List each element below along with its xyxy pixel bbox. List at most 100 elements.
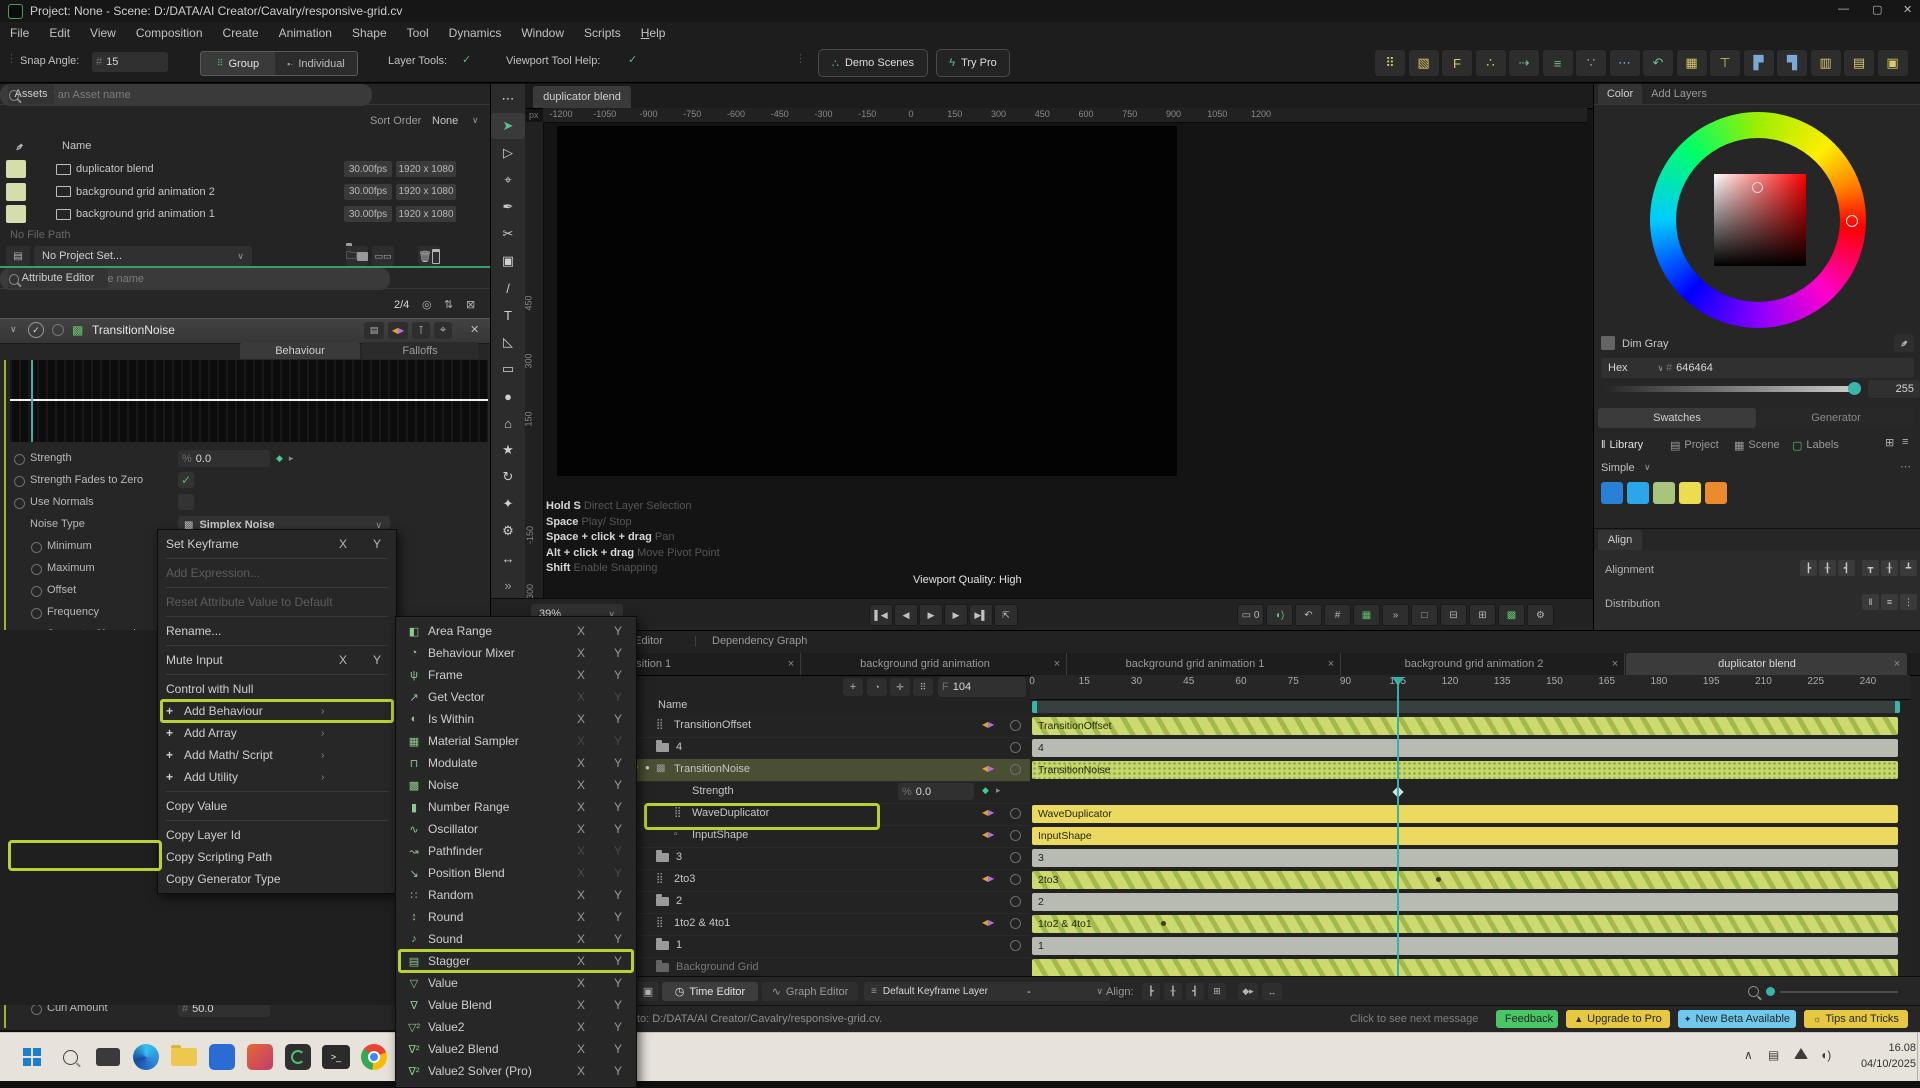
- toolbar-icon[interactable]: ∴: [1475, 49, 1507, 77]
- falloff-graph[interactable]: [10, 360, 488, 442]
- context-menu-item[interactable]: [166, 674, 388, 675]
- socket-icon[interactable]: [14, 498, 25, 509]
- toolbar-icon[interactable]: ▦: [1676, 49, 1708, 77]
- graph-playhead[interactable]: [31, 360, 33, 442]
- viewport-tool-icon[interactable]: T: [491, 302, 525, 328]
- menu-item[interactable]: Help: [631, 26, 676, 40]
- secondary-dropdown[interactable]: -∨: [1020, 982, 1110, 1001]
- timeline-composition-tab[interactable]: background grid animation×: [802, 653, 1067, 675]
- viewport-tool-icon[interactable]: ✂: [491, 221, 525, 247]
- viewport-tool-icon[interactable]: ▷: [491, 140, 525, 166]
- toolbar-icon[interactable]: ⊤: [1709, 49, 1741, 77]
- keys-toggle[interactable]: ⠿: [913, 678, 933, 696]
- taskbar-search-icon[interactable]: [54, 1041, 86, 1073]
- layer-name-cell[interactable]: ⣿ TransitionOffset ◀▶: [630, 715, 1030, 738]
- stepper-icon[interactable]: ▸: [289, 453, 294, 464]
- strength-value-field[interactable]: %0.0: [898, 783, 974, 800]
- toolbar-icon[interactable]: ↶: [1642, 49, 1674, 77]
- layer-name-cell[interactable]: ⣿ 2to3 ◀▶: [630, 869, 1030, 892]
- playhead-handle[interactable]: [1392, 677, 1404, 686]
- range-end-handle[interactable]: [1895, 701, 1900, 713]
- hex-value-field[interactable]: #646464: [1662, 358, 1914, 378]
- graph-editor-button[interactable]: ∿Graph Editor: [762, 982, 858, 1001]
- list-view-icon[interactable]: ≡: [1902, 436, 1908, 448]
- grid-view-icon[interactable]: ⊞: [1885, 436, 1894, 449]
- submenu-item[interactable]: ↝ Pathfinder X Y: [396, 840, 636, 862]
- solo-circle-icon[interactable]: [1010, 852, 1021, 863]
- align-button[interactable]: ┻: [1900, 560, 1917, 576]
- enabled-check-icon[interactable]: ✓: [28, 322, 44, 338]
- layer-name-cell[interactable]: 1: [630, 935, 1030, 958]
- solo-circle-icon[interactable]: [1010, 918, 1021, 929]
- alpha-value-field[interactable]: 255: [1868, 380, 1920, 398]
- isolate-icon[interactable]: ⌖: [434, 322, 452, 339]
- context-menu-item[interactable]: Copy Value: [158, 795, 396, 817]
- value-field[interactable]: %0.0: [178, 450, 270, 467]
- distribute-button[interactable]: ‖: [1862, 594, 1879, 610]
- submenu-item[interactable]: ∇ Value Blend X Y: [396, 994, 636, 1016]
- timeline-row[interactable]: Strength %0.0 ◆ ▸: [630, 781, 1910, 803]
- timeline-row[interactable]: ⣿ 2to3 ◀▶ 2to3: [630, 869, 1910, 891]
- context-menu-item[interactable]: + Add Behaviour ›: [158, 700, 396, 722]
- filter-sort-icon[interactable]: ⇅: [444, 298, 453, 311]
- timeline-composition-tab[interactable]: background grid animation 1×: [1068, 653, 1341, 675]
- context-menu-item[interactable]: [166, 587, 388, 588]
- track-bar[interactable]: 4: [1032, 739, 1898, 757]
- track-bar[interactable]: [1032, 959, 1898, 976]
- socket-icon[interactable]: [31, 542, 42, 553]
- in-out-connection-icon[interactable]: ◀▶: [982, 720, 994, 729]
- layer-name-cell[interactable]: ⣿ WaveDuplicator ◀▶: [630, 803, 1030, 826]
- submenu-item[interactable]: ▮ Number Range X Y: [396, 796, 636, 818]
- align-keys-button[interactable]: ┣: [1142, 983, 1160, 1000]
- track-bar[interactable]: 2to3: [1032, 871, 1898, 889]
- layer-name-cell[interactable]: Strength %0.0 ◆ ▸: [630, 781, 1030, 804]
- track-bar[interactable]: 2: [1032, 893, 1898, 911]
- checkbox-checked[interactable]: ✓: [178, 472, 194, 488]
- solo-circle-icon[interactable]: [1010, 896, 1021, 907]
- solo-circle-icon[interactable]: [1010, 808, 1021, 819]
- viewport-tool-icon[interactable]: ⌂: [491, 410, 525, 436]
- asset-color-chip[interactable]: [6, 205, 26, 223]
- toolbar-icon[interactable]: ▧: [1408, 49, 1440, 77]
- swatch-more-icon[interactable]: ⋯: [1900, 460, 1911, 473]
- minimize-button[interactable]: —: [1838, 3, 1849, 15]
- alpha-slider[interactable]: [1601, 386, 1859, 392]
- key-stretch-button[interactable]: ↔: [1262, 983, 1282, 1000]
- viewport-tool-icon[interactable]: /: [491, 275, 525, 301]
- layer-name-cell[interactable]: ▾ ● ▩ TransitionNoise ◀▶: [630, 759, 1030, 782]
- attribute-row[interactable]: Strength %0.0 ◆ ▸: [0, 448, 490, 470]
- tab-align[interactable]: Align: [1598, 530, 1642, 550]
- toolbar-icon[interactable]: ⇢: [1508, 49, 1540, 77]
- tab-add-layers[interactable]: Add Layers: [1644, 84, 1714, 104]
- color-mode-dropdown[interactable]: Hex∨: [1601, 358, 1671, 378]
- submenu-item[interactable]: ▽ Value X Y: [396, 972, 636, 994]
- menu-item[interactable]: Animation: [269, 26, 342, 40]
- submenu-item[interactable]: ⊓ Modulate X Y: [396, 752, 636, 774]
- timeline-composition-tab[interactable]: duplicator blend×: [1626, 653, 1907, 675]
- context-menu-item[interactable]: Reset Attribute Value to Default: [158, 591, 396, 613]
- start-button[interactable]: [16, 1041, 48, 1073]
- layer-header[interactable]: ∨ ✓ ▩ TransitionNoise ▤ ◀▶ ⊺ ⌖ ✕: [0, 318, 490, 344]
- submenu-item[interactable]: ▽² Value2 X Y: [396, 1016, 636, 1038]
- close-tab-icon[interactable]: ×: [1322, 658, 1340, 670]
- track-lane[interactable]: WaveDuplicator: [1030, 803, 1910, 826]
- trash-icon[interactable]: 🗑: [418, 246, 440, 266]
- tray-app-icon[interactable]: ▤: [1768, 1048, 1779, 1062]
- layer-name-cell[interactable]: ▫ InputShape ◀▶: [630, 825, 1030, 848]
- solo-circle-icon[interactable]: [1010, 830, 1021, 841]
- terminal-icon[interactable]: >_: [320, 1041, 352, 1073]
- submenu-item[interactable]: ↗ Get Vector X Y: [396, 686, 636, 708]
- timeline-name-header[interactable]: Name: [658, 699, 687, 711]
- color-swatch[interactable]: [1653, 482, 1675, 504]
- motion-blur-toggle[interactable]: ◔: [867, 678, 887, 696]
- submenu-item[interactable]: ◔ Behaviour Mixer X Y: [396, 642, 636, 664]
- asset-row[interactable]: background grid animation 2 30.00fps 192…: [0, 181, 490, 203]
- track-bar[interactable]: TransitionNoise: [1032, 761, 1898, 779]
- viewport-tool-icon[interactable]: ▣: [491, 248, 525, 274]
- submenu-item[interactable]: ◐ Is Within X Y: [396, 708, 636, 730]
- toolbar-icon[interactable]: F: [1441, 49, 1473, 77]
- context-menu-item[interactable]: Rename...: [158, 620, 396, 642]
- timeline-row[interactable]: ⣿ TransitionOffset ◀▶ TransitionOffset: [630, 715, 1910, 737]
- hue-cursor[interactable]: [1846, 215, 1858, 227]
- submenu-item[interactable]: ψ Frame X Y: [396, 664, 636, 686]
